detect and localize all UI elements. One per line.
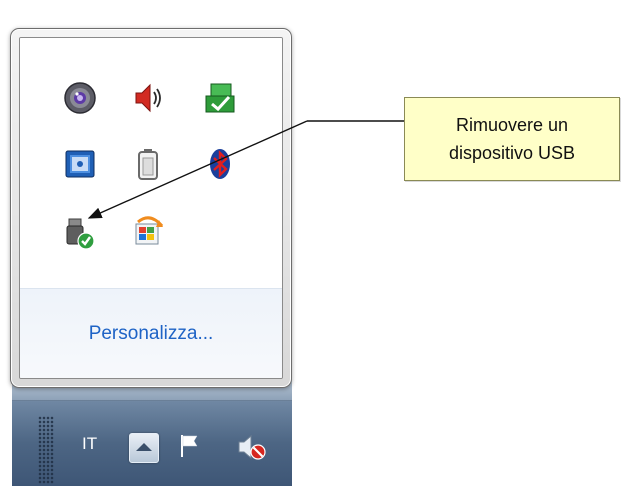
taskbar-grip[interactable] bbox=[38, 416, 54, 484]
popup-panel: Personalizza... bbox=[19, 37, 283, 379]
callout-box: Rimuovere un dispositivo USB bbox=[404, 97, 620, 181]
show-hidden-icons-button[interactable] bbox=[129, 433, 159, 463]
windows-update-icon[interactable] bbox=[130, 214, 166, 250]
notification-overflow-popup: Personalizza... bbox=[10, 28, 292, 388]
popup-footer: Personalizza... bbox=[20, 288, 282, 378]
network-check-icon[interactable] bbox=[202, 80, 238, 116]
chevron-up-icon bbox=[136, 443, 152, 451]
webcam-icon[interactable] bbox=[62, 80, 98, 116]
volume-muted-icon[interactable] bbox=[236, 432, 268, 462]
language-indicator[interactable]: IT bbox=[82, 434, 97, 454]
usb-safely-remove-icon[interactable] bbox=[62, 216, 98, 252]
callout-line-1: Rimuovere un bbox=[455, 115, 569, 135]
hidden-icons-area bbox=[20, 38, 282, 288]
callout-text: Rimuovere un dispositivo USB bbox=[449, 111, 575, 167]
customize-link[interactable]: Personalizza... bbox=[20, 323, 282, 345]
callout-line-2: dispositivo USB bbox=[448, 143, 576, 163]
action-center-flag-icon[interactable] bbox=[177, 433, 203, 459]
bluetooth-icon[interactable] bbox=[202, 146, 238, 182]
blue-app-icon[interactable] bbox=[62, 146, 98, 182]
taskbar: IT bbox=[12, 378, 292, 486]
volume-icon[interactable] bbox=[130, 80, 166, 116]
battery-icon[interactable] bbox=[130, 146, 166, 182]
